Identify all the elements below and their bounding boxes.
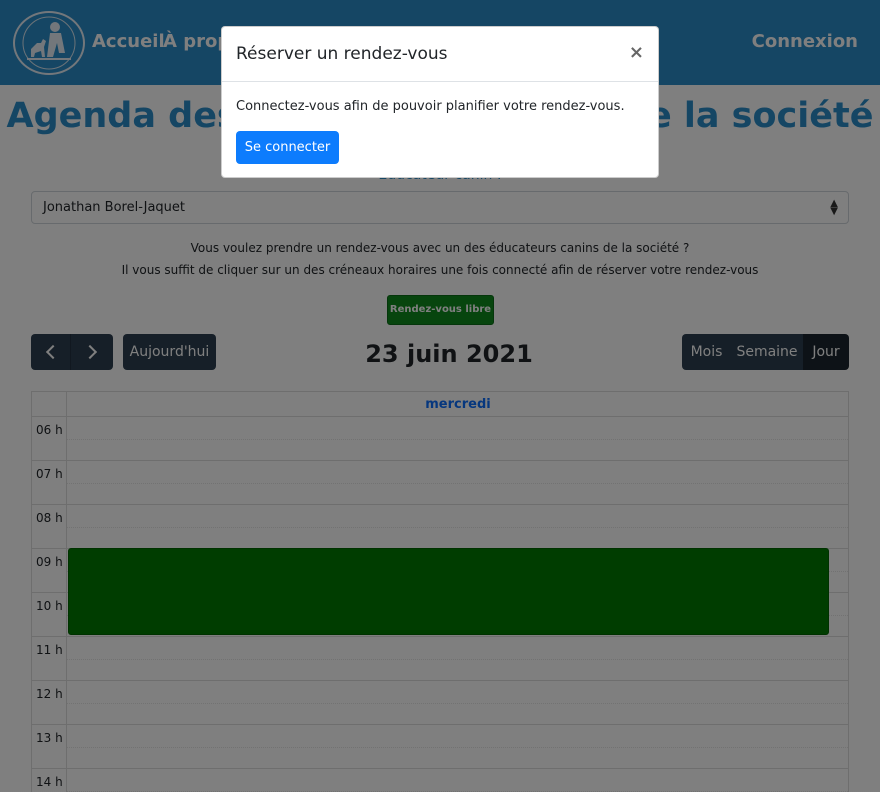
modal-title: Réserver un rendez-vous [236,44,448,64]
booking-modal: Réserver un rendez-vous × Connectez-vous… [221,26,659,178]
login-button[interactable]: Se connecter [236,131,339,164]
close-icon[interactable]: × [629,42,644,63]
modal-body-text: Connectez-vous afin de pouvoir planifier… [236,99,625,114]
modal-header: Réserver un rendez-vous × [222,27,658,82]
